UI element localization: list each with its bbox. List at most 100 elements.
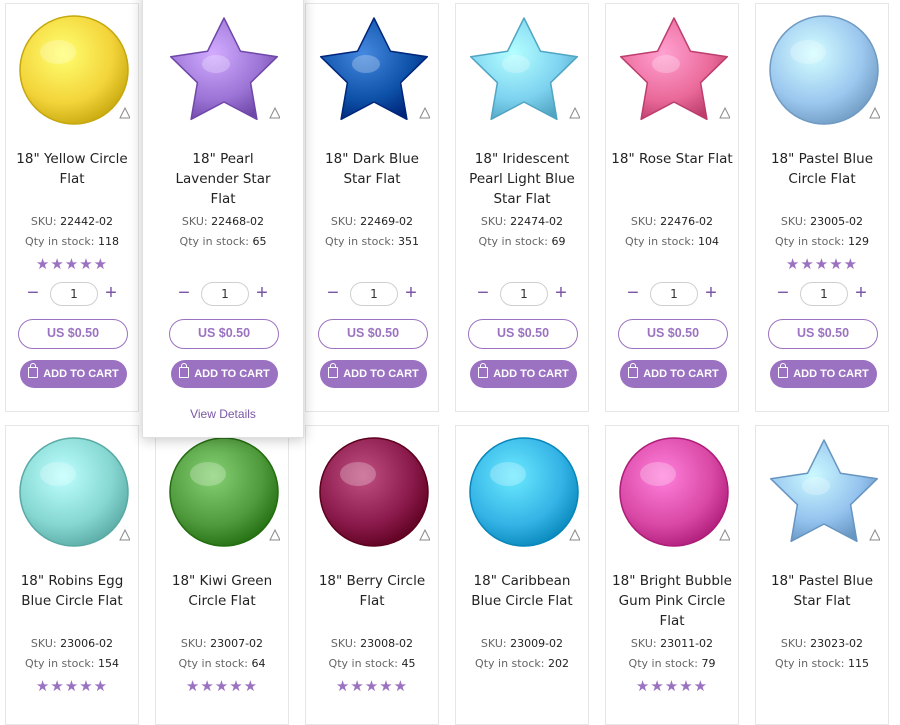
price-button[interactable]: US $0.50 (768, 319, 878, 349)
decrease-quantity-button[interactable]: − (175, 282, 193, 306)
product-card[interactable]: 18" Yellow Circle Flat SKU: 22442-02 Qty… (5, 3, 139, 412)
quantity-input[interactable]: 1 (650, 282, 698, 306)
shopping-bag-icon (628, 363, 639, 378)
product-title[interactable]: 18" Bright Bubble Gum Pink Circle Flat (610, 571, 734, 631)
increase-quantity-button[interactable]: + (702, 282, 720, 306)
product-image[interactable] (168, 14, 280, 126)
product-image[interactable] (468, 436, 580, 548)
shopping-bag-icon (778, 363, 789, 378)
product-image[interactable] (318, 14, 430, 126)
product-stock: Qty in stock: 118 (25, 235, 119, 248)
decrease-quantity-button[interactable]: − (624, 282, 642, 306)
product-card[interactable]: 18" Pastel Blue Circle Flat SKU: 23005-0… (755, 3, 889, 412)
product-stock: Qty in stock: 79 (628, 657, 716, 670)
add-to-cart-button[interactable]: ADD TO CART (320, 360, 427, 388)
product-sku: SKU: 23011-02 (630, 637, 714, 650)
product-sku: SKU: 23005-02 (780, 215, 864, 228)
decrease-quantity-button[interactable]: − (474, 282, 492, 306)
product-image[interactable] (18, 436, 130, 548)
increase-quantity-button[interactable]: + (852, 282, 870, 306)
product-stock: Qty in stock: 65 (179, 235, 267, 248)
decrease-quantity-button[interactable]: − (324, 282, 342, 306)
increase-quantity-button[interactable]: + (102, 282, 120, 306)
product-card[interactable]: 18" Berry Circle Flat SKU: 23008-02 Qty … (305, 425, 439, 725)
product-title[interactable]: 18" Rose Star Flat (610, 149, 734, 169)
product-title[interactable]: 18" Pearl Lavender Star Flat (163, 149, 283, 209)
quantity-stepper: − 1 + (756, 282, 888, 306)
brand-logo-icon (119, 106, 130, 119)
brand-logo-icon (269, 106, 280, 119)
price-button[interactable]: US $0.50 (468, 319, 578, 349)
shopping-bag-icon (179, 363, 190, 378)
brand-logo-icon (119, 528, 130, 541)
product-image[interactable] (318, 436, 430, 548)
decrease-quantity-button[interactable]: − (774, 282, 792, 306)
product-image[interactable] (18, 14, 130, 126)
quantity-input[interactable]: 1 (350, 282, 398, 306)
product-image[interactable] (768, 436, 880, 548)
product-sku: SKU: 23006-02 (30, 637, 114, 650)
round-balloon (19, 437, 129, 547)
product-card[interactable]: 18" Iridescent Pearl Light Blue Star Fla… (455, 3, 589, 412)
product-sku: SKU: 22468-02 (181, 215, 265, 228)
quantity-input[interactable]: 1 (201, 282, 249, 306)
balloon-graphic (769, 439, 880, 543)
increase-quantity-button[interactable]: + (552, 282, 570, 306)
add-to-cart-button[interactable]: ADD TO CART (770, 360, 877, 388)
round-balloon (469, 437, 579, 547)
product-card[interactable]: 18" Robins Egg Blue Circle Flat SKU: 230… (5, 425, 139, 725)
price-button[interactable]: US $0.50 (618, 319, 728, 349)
increase-quantity-button[interactable]: + (253, 282, 271, 306)
product-card[interactable]: 18" Pearl Lavender Star Flat SKU: 22468-… (142, 0, 304, 438)
add-to-cart-button[interactable]: ADD TO CART (171, 360, 278, 388)
product-title[interactable]: 18" Robins Egg Blue Circle Flat (10, 571, 134, 611)
add-to-cart-button[interactable]: ADD TO CART (470, 360, 577, 388)
product-card[interactable]: 18" Rose Star Flat SKU: 22476-02 Qty in … (605, 3, 739, 412)
product-sku: SKU: 22442-02 (30, 215, 114, 228)
price-button[interactable]: US $0.50 (169, 319, 279, 349)
product-image[interactable] (768, 14, 880, 126)
balloon-graphic (619, 17, 730, 121)
product-title[interactable]: 18" Caribbean Blue Circle Flat (460, 571, 584, 611)
product-title[interactable]: 18" Pastel Blue Star Flat (760, 571, 884, 611)
price-button[interactable]: US $0.50 (18, 319, 128, 349)
view-details-link[interactable]: View Details (143, 407, 303, 421)
rating-stars: ★★★★★ (635, 678, 709, 695)
product-image[interactable] (468, 14, 580, 126)
product-title[interactable]: 18" Kiwi Green Circle Flat (160, 571, 284, 611)
product-image[interactable] (618, 14, 730, 126)
brand-logo-icon (419, 528, 430, 541)
rating-stars: ★★★★★ (35, 678, 109, 695)
product-sku: SKU: 22476-02 (630, 215, 714, 228)
round-balloon (619, 437, 729, 547)
quantity-input[interactable]: 1 (50, 282, 98, 306)
product-title[interactable]: 18" Pastel Blue Circle Flat (760, 149, 884, 189)
increase-quantity-button[interactable]: + (402, 282, 420, 306)
product-card[interactable]: 18" Bright Bubble Gum Pink Circle Flat S… (605, 425, 739, 725)
product-card[interactable]: 18" Pastel Blue Star Flat SKU: 23023-02 … (755, 425, 889, 725)
round-balloon (769, 15, 879, 125)
product-title[interactable]: 18" Berry Circle Flat (310, 571, 434, 611)
product-title[interactable]: 18" Yellow Circle Flat (10, 149, 134, 189)
product-stock: Qty in stock: 202 (475, 657, 569, 670)
quantity-stepper: − 1 + (6, 282, 138, 306)
add-to-cart-button[interactable]: ADD TO CART (620, 360, 727, 388)
brand-logo-icon (719, 106, 730, 119)
product-image[interactable] (618, 436, 730, 548)
decrease-quantity-button[interactable]: − (24, 282, 42, 306)
quantity-input[interactable]: 1 (800, 282, 848, 306)
product-card[interactable]: 18" Caribbean Blue Circle Flat SKU: 2300… (455, 425, 589, 725)
quantity-input[interactable]: 1 (500, 282, 548, 306)
quantity-stepper: − 1 + (456, 282, 588, 306)
product-stock: Qty in stock: 129 (775, 235, 869, 248)
price-button[interactable]: US $0.50 (318, 319, 428, 349)
product-title[interactable]: 18" Dark Blue Star Flat (310, 149, 434, 189)
product-image[interactable] (168, 436, 280, 548)
product-card[interactable]: 18" Kiwi Green Circle Flat SKU: 23007-02… (155, 425, 289, 725)
product-stock: Qty in stock: 115 (775, 657, 869, 670)
product-card[interactable]: 18" Dark Blue Star Flat SKU: 22469-02 Qt… (305, 3, 439, 412)
rating-stars: ★★★★★ (785, 256, 859, 273)
product-title[interactable]: 18" Iridescent Pearl Light Blue Star Fla… (460, 149, 584, 209)
add-to-cart-button[interactable]: ADD TO CART (20, 360, 127, 388)
product-grid: 18" Yellow Circle Flat SKU: 22442-02 Qty… (0, 0, 900, 725)
